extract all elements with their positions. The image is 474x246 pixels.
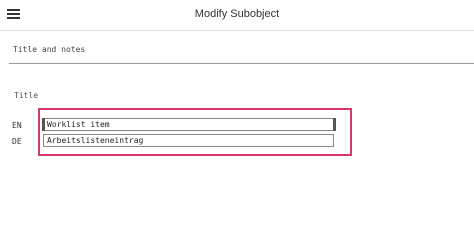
language-code-de: DE bbox=[12, 137, 22, 146]
title-input-de[interactable]: Arbeitslisteneintrag bbox=[43, 134, 334, 147]
title-field-label: Title bbox=[14, 91, 39, 100]
title-input-en[interactable]: Worklist item bbox=[43, 118, 334, 131]
resize-handle-left[interactable] bbox=[42, 118, 45, 131]
resize-handle-right[interactable] bbox=[333, 118, 336, 131]
section-header: Title and notes bbox=[13, 45, 86, 54]
translation-group-highlight bbox=[38, 108, 352, 156]
page-title: Modify Subobject bbox=[194, 8, 280, 20]
section-divider bbox=[9, 63, 474, 64]
top-bar: Modify Subobject bbox=[0, 0, 474, 31]
language-code-en: EN bbox=[12, 121, 22, 130]
